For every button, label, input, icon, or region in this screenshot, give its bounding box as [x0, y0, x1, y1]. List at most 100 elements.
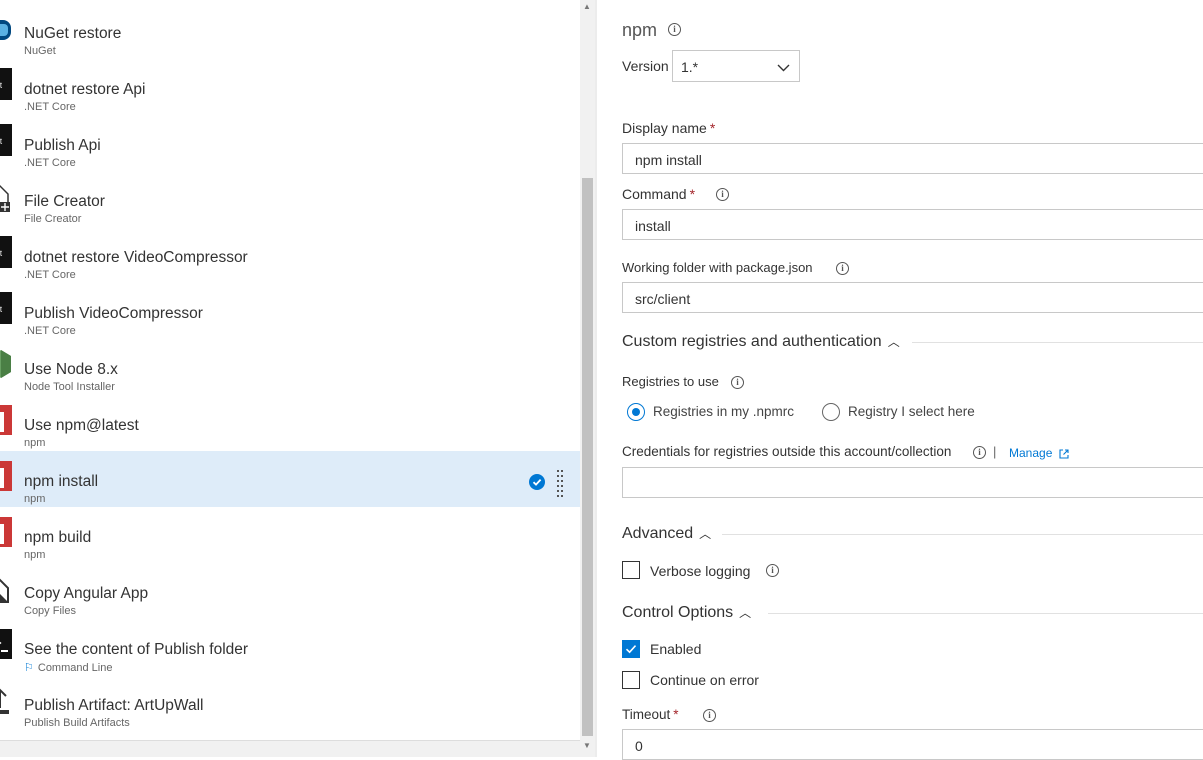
timeout-value: 0 [635, 738, 643, 754]
task-type: Node Tool Installer [24, 381, 115, 393]
enabled-label[interactable]: Enabled [650, 641, 701, 657]
command-value: install [635, 218, 671, 234]
vertical-scrollbar-thumb[interactable] [582, 178, 593, 736]
task-type-label: Command Line [37, 662, 113, 674]
info-icon[interactable]: i [731, 376, 744, 389]
task-type: Copy Files [24, 605, 76, 617]
task-type: File Creator [24, 213, 81, 225]
enabled-checkbox[interactable] [622, 640, 640, 658]
task-type-label: Publish Build Artifacts [24, 717, 130, 729]
dotnet-icon: net [0, 66, 12, 100]
info-icon[interactable]: i [766, 564, 779, 577]
npm-icon [0, 402, 12, 436]
task-name: File Creator [24, 193, 105, 210]
dotnet-icon: net [0, 290, 12, 324]
chevron-up-icon: ︿ [887, 335, 900, 349]
node-icon [0, 346, 12, 380]
horizontal-scrollbar[interactable] [0, 740, 580, 757]
task-item[interactable]: net dotnet restore Api .NET Core [0, 59, 580, 115]
task-type-label: NuGet [24, 45, 56, 57]
task-item[interactable]: Use Node 8.x Node Tool Installer [0, 339, 580, 395]
dotnet-icon: net [0, 122, 12, 156]
task-name: Use npm@latest [24, 417, 139, 434]
command-select[interactable]: install [622, 209, 1203, 240]
version-dropdown[interactable]: 1.* [672, 50, 800, 82]
advanced-section-header[interactable]: Advanced ︿ [622, 525, 711, 543]
credentials-field[interactable] [622, 467, 1203, 498]
task-item[interactable]: net Publish VideoCompressor .NET Core [0, 283, 580, 339]
display-name-label: Display name * [622, 120, 716, 136]
task-name: dotnet restore Api [24, 81, 146, 98]
verbose-logging-label[interactable]: Verbose logging [650, 563, 750, 579]
info-icon[interactable]: i [716, 188, 729, 201]
info-icon[interactable]: i [973, 446, 986, 459]
registries-to-use-label: Registries to use [622, 374, 719, 389]
task-type-label: npm [24, 437, 46, 449]
registry-select-radio[interactable] [822, 403, 840, 421]
task-type-label: npm [24, 493, 46, 505]
npm-icon [0, 514, 12, 548]
scroll-up-arrow-icon[interactable]: ▲ [583, 2, 591, 11]
publish-artifact-icon [0, 682, 12, 716]
task-item[interactable]: See the content of Publish folder ⚐ Comman… [0, 619, 580, 675]
task-item[interactable]: net dotnet restore VideoCompressor .NET Co… [0, 227, 580, 283]
info-icon[interactable]: i [703, 709, 716, 722]
chevron-up-icon: ︿ [739, 606, 752, 620]
task-item[interactable]: Use npm@latest npm [0, 395, 580, 451]
task-item[interactable]: File Creator File Creator [0, 171, 580, 227]
task-type: npm [24, 437, 45, 449]
copy-files-icon [0, 570, 12, 604]
pane-divider [595, 0, 597, 757]
task-type-label: .NET Core [24, 157, 76, 169]
section-divider [912, 342, 1203, 343]
continue-on-error-label[interactable]: Continue on error [650, 672, 759, 688]
custom-registries-section-header[interactable]: Custom registries and authentication ︿ [622, 333, 900, 351]
task-item[interactable]: npm install npm [0, 451, 580, 507]
task-title: npm [622, 20, 658, 40]
task-name: NuGet restore [24, 25, 122, 42]
working-folder-value: src/client [635, 291, 691, 307]
task-item[interactable]: npm build npm [0, 507, 580, 563]
task-enabled-check-icon [529, 474, 545, 490]
task-type-label: .NET Core [24, 269, 76, 281]
display-name-value: npm install [635, 152, 702, 168]
timeout-field[interactable]: 0 [622, 729, 1203, 760]
task-name: dotnet restore VideoCompressor [24, 249, 248, 266]
task-name: Use Node 8.x [24, 361, 118, 378]
chevron-up-icon: ︿ [699, 527, 712, 541]
credentials-label: Credentials for registries outside this … [622, 444, 952, 459]
task-item[interactable]: Publish Artifact: ArtUpWall Publish Build… [0, 675, 580, 731]
task-type-label: .NET Core [24, 325, 76, 337]
task-type: Publish Build Artifacts [24, 717, 130, 729]
task-type: npm [24, 549, 45, 561]
manage-link[interactable]: Manage [1009, 446, 1052, 460]
continue-on-error-checkbox[interactable] [622, 671, 640, 689]
registry-select-label[interactable]: Registry I select here [848, 404, 975, 419]
info-icon[interactable]: i [836, 262, 849, 275]
registries-npmrc-radio[interactable] [627, 403, 645, 421]
task-item[interactable]: Copy Angular App Copy Files [0, 563, 580, 619]
separator: | [993, 444, 997, 459]
control-options-section-header[interactable]: Control Options ︿ [622, 604, 751, 622]
drag-handle-icon[interactable] [557, 470, 565, 500]
info-icon[interactable]: i [668, 23, 681, 36]
display-name-field[interactable]: npm install [622, 143, 1203, 174]
task-name: See the content of Publish folder [24, 641, 249, 658]
verbose-logging-checkbox[interactable] [622, 561, 640, 579]
task-type: .NET Core [24, 157, 76, 169]
task-item[interactable]: net Publish Api .NET Core [0, 115, 580, 171]
task-type-label: Node Tool Installer [24, 381, 115, 393]
task-item[interactable]: NuGet restore NuGet [0, 3, 580, 59]
version-value: 1.* [681, 59, 699, 75]
external-link-icon[interactable] [1059, 446, 1069, 464]
task-list: NuGet restore NuGet net dotnet restore Api.… [0, 0, 580, 757]
working-folder-field[interactable]: src/client [622, 282, 1203, 313]
scroll-down-arrow-icon[interactable]: ▼ [583, 741, 591, 750]
registries-npmrc-label[interactable]: Registries in my .npmrc [653, 404, 794, 419]
task-type: .NET Core [24, 101, 76, 113]
task-type-label: File Creator [24, 213, 82, 225]
file-creator-icon [0, 178, 12, 212]
task-type-label: Copy Files [24, 605, 76, 617]
task-name: Publish Api [24, 137, 101, 154]
task-type: npm [24, 493, 45, 505]
